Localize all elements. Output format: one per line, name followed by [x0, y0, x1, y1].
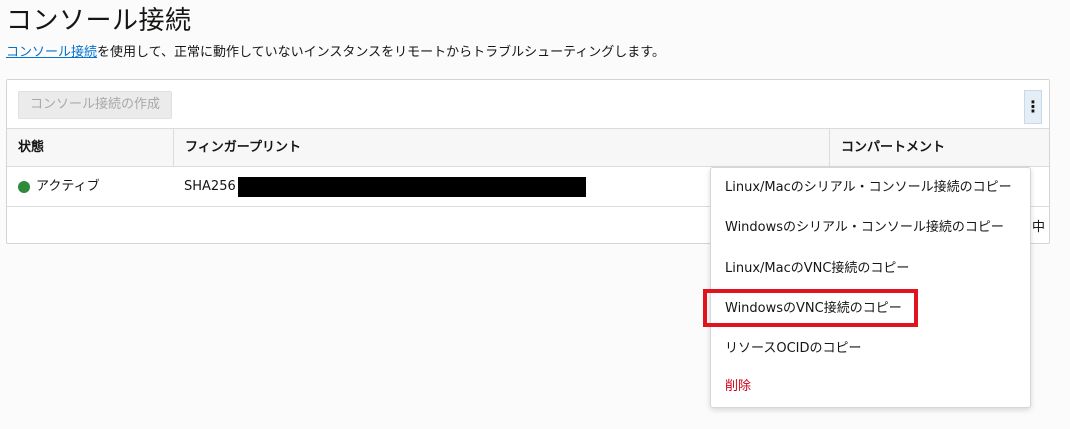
page-title: コンソール接続 — [6, 6, 192, 36]
menu-item-copy-linux-serial[interactable]: Linux/Macのシリアル・コンソール接続のコピー — [725, 179, 1012, 197]
column-header-status[interactable]: 状態 — [7, 129, 173, 166]
status-cell: アクティブ — [18, 167, 100, 206]
status-dot-icon — [18, 180, 30, 193]
compartment-cell-partial: 中 — [1032, 220, 1046, 235]
page-description-text: を使用して、正常に動作していないインスタンスをリモートからトラブルシューティング… — [97, 45, 665, 60]
page-description: コンソール接続を使用して、正常に動作していないインスタンスをリモートからトラブル… — [6, 44, 665, 62]
column-header-fingerprint[interactable]: フィンガープリント — [173, 129, 829, 166]
fingerprint-prefix: SHA256 — [184, 179, 236, 194]
table-header: 状態 フィンガープリント コンパートメント — [7, 128, 1049, 167]
redacted-fingerprint — [237, 176, 586, 197]
menu-item-copy-windows-serial[interactable]: Windowsのシリアル・コンソール接続のコピー — [725, 219, 1004, 237]
create-console-connection-button[interactable]: コンソール接続の作成 — [18, 91, 172, 119]
row-actions-menu: Linux/Macのシリアル・コンソール接続のコピー Windowsのシリアル・… — [710, 167, 1031, 408]
status-label: アクティブ — [36, 179, 100, 194]
fingerprint-cell: SHA256 — [184, 167, 586, 206]
console-connection-link[interactable]: コンソール接続 — [6, 45, 97, 60]
column-header-compartment[interactable]: コンパートメント — [829, 129, 1049, 166]
menu-item-copy-windows-vnc[interactable]: WindowsのVNC接続のコピー — [725, 300, 902, 318]
row-actions-kebab-icon[interactable]: ⋮ — [1024, 90, 1042, 124]
menu-item-delete[interactable]: 削除 — [725, 378, 751, 396]
menu-item-copy-resource-ocid[interactable]: リソースOCIDのコピー — [725, 340, 862, 358]
menu-item-copy-linux-vnc[interactable]: Linux/MacのVNC接続のコピー — [725, 260, 909, 278]
